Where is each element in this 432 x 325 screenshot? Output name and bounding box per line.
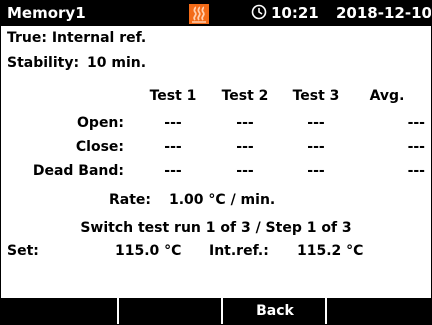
softkey-4[interactable] [325,298,431,324]
heating-indicator-icon [189,4,209,24]
column-header-test1: Test 1 [149,88,197,104]
column-header-test2: Test 2 [221,88,269,104]
stability-label: Stability: [7,55,80,71]
true-reference-line: True: Internal ref. [7,30,147,46]
test-run-status: Switch test run 1 of 3 / Step 1 of 3 [80,220,352,236]
int-ref-value: 115.2 °C [297,243,364,259]
stability-value: 10 min. [87,55,147,71]
table-cell: --- [236,115,254,131]
table-cell: --- [164,139,182,155]
column-header-test3: Test 3 [292,88,340,104]
rate-label: Rate: [108,192,151,208]
table-cell: --- [407,115,425,131]
table-cell: --- [407,139,425,155]
table-cell: --- [307,163,325,179]
row-label-open: Open: [77,115,124,131]
table-cell: --- [164,163,182,179]
back-softkey[interactable]: Back [221,298,327,324]
memory-title: Memory1 [7,4,86,22]
table-cell: --- [307,139,325,155]
title-bar: Memory1 10:21 2018-12-10 [1,1,431,26]
clock-icon [251,1,267,26]
softkey-bar: Back [1,298,431,324]
softkey-1[interactable] [1,298,117,324]
clock-date: 2018-12-10 [336,4,432,22]
rate-value: 1.00 °C / min. [169,192,276,208]
softkey-2[interactable] [117,298,223,324]
clock-time: 10:21 [271,4,319,22]
table-cell: --- [236,163,254,179]
int-ref-label: Int.ref.: [209,243,269,259]
table-cell: --- [236,139,254,155]
set-value: 115.0 °C [115,243,182,259]
row-label-dead-band: Dead Band: [32,163,124,179]
table-cell: --- [164,115,182,131]
column-header-avg: Avg. [369,88,405,104]
set-label: Set: [7,243,39,259]
table-cell: --- [407,163,425,179]
row-label-close: Close: [75,139,124,155]
device-screen: Memory1 10:21 2018-12-10 True: Internal … [0,0,432,325]
table-cell: --- [307,115,325,131]
